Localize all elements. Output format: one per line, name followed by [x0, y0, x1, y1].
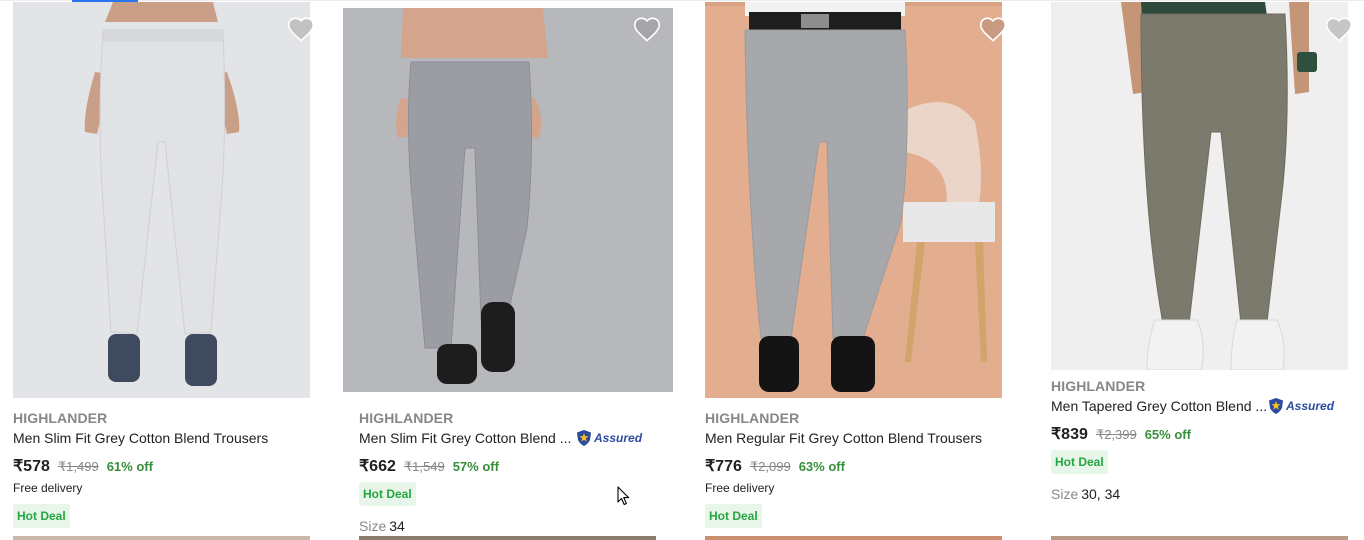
- product-image[interactable]: [13, 2, 310, 398]
- wishlist-heart-icon[interactable]: [1325, 16, 1353, 42]
- original-price: ₹1,549: [403, 459, 445, 474]
- assured-label: Assured: [594, 431, 643, 445]
- discount-label: 65% off: [1144, 427, 1191, 442]
- hot-deal-badge: Hot Deal: [1051, 450, 1108, 474]
- assured-badge: Assured: [576, 429, 642, 447]
- next-row-image-strip: [13, 536, 310, 540]
- product-card[interactable]: HIGHLANDER Men Slim Fit Grey Cotton Blen…: [340, 0, 686, 540]
- size-label: Size: [1051, 486, 1079, 502]
- discount-label: 61% off: [106, 459, 153, 474]
- product-brand: HIGHLANDER: [13, 410, 108, 426]
- assured-shield-icon: [1269, 398, 1283, 414]
- price-row: ₹662 ₹1,549 57% off: [359, 456, 499, 476]
- available-sizes: Size 34: [359, 518, 405, 534]
- product-title[interactable]: Men Tapered Grey Cotton Blend ...: [1051, 398, 1267, 414]
- selling-price: ₹578: [13, 458, 50, 475]
- delivery-info: Free delivery: [13, 481, 83, 495]
- selling-price: ₹776: [705, 458, 742, 475]
- product-brand: HIGHLANDER: [1051, 378, 1146, 394]
- hot-deal-badge: Hot Deal: [13, 504, 70, 528]
- selling-price: ₹662: [359, 458, 396, 475]
- product-title[interactable]: Men Slim Fit Grey Cotton Blend Trousers: [13, 430, 268, 446]
- selling-price: ₹839: [1051, 426, 1088, 443]
- available-sizes: Size 30, 34: [1051, 486, 1120, 502]
- product-image[interactable]: [1051, 2, 1348, 370]
- price-row: ₹776 ₹2,099 63% off: [705, 456, 845, 476]
- original-price: ₹2,399: [1095, 427, 1137, 442]
- discount-label: 63% off: [798, 459, 845, 474]
- size-values: 30, 34: [1081, 486, 1121, 502]
- size-values: 34: [389, 518, 405, 534]
- delivery-info: Free delivery: [705, 481, 775, 495]
- next-row-image-strip: [359, 536, 656, 540]
- product-brand: HIGHLANDER: [359, 410, 454, 426]
- next-row-image-strip: [1051, 536, 1348, 540]
- original-price: ₹2,099: [749, 459, 791, 474]
- product-card[interactable]: HIGHLANDER Men Tapered Grey Cotton Blend…: [1032, 0, 1364, 540]
- hot-deal-badge: Hot Deal: [359, 482, 416, 506]
- hot-deal-badge: Hot Deal: [705, 504, 762, 528]
- assured-badge: Assured: [1268, 397, 1334, 415]
- assured-label: Assured: [1286, 399, 1335, 413]
- wishlist-heart-icon[interactable]: [633, 16, 661, 42]
- product-card[interactable]: HIGHLANDER Men Regular Fit Grey Cotton B…: [686, 0, 1032, 540]
- price-row: ₹578 ₹1,499 61% off: [13, 456, 153, 476]
- price-row: ₹839 ₹2,399 65% off: [1051, 424, 1191, 444]
- product-title[interactable]: Men Slim Fit Grey Cotton Blend ...: [359, 430, 571, 446]
- product-image[interactable]: [343, 8, 673, 392]
- size-label: Size: [359, 518, 387, 534]
- original-price: ₹1,499: [57, 459, 99, 474]
- product-image[interactable]: [705, 2, 1002, 398]
- assured-shield-icon: [577, 430, 591, 446]
- wishlist-heart-icon[interactable]: [287, 16, 315, 42]
- discount-label: 57% off: [452, 459, 499, 474]
- product-title[interactable]: Men Regular Fit Grey Cotton Blend Trouse…: [705, 430, 982, 446]
- mouse-pointer-icon: [617, 486, 630, 506]
- next-row-image-strip: [705, 536, 1002, 540]
- product-brand: HIGHLANDER: [705, 410, 800, 426]
- wishlist-heart-icon[interactable]: [979, 16, 1007, 42]
- product-card[interactable]: HIGHLANDER Men Slim Fit Grey Cotton Blen…: [0, 0, 340, 540]
